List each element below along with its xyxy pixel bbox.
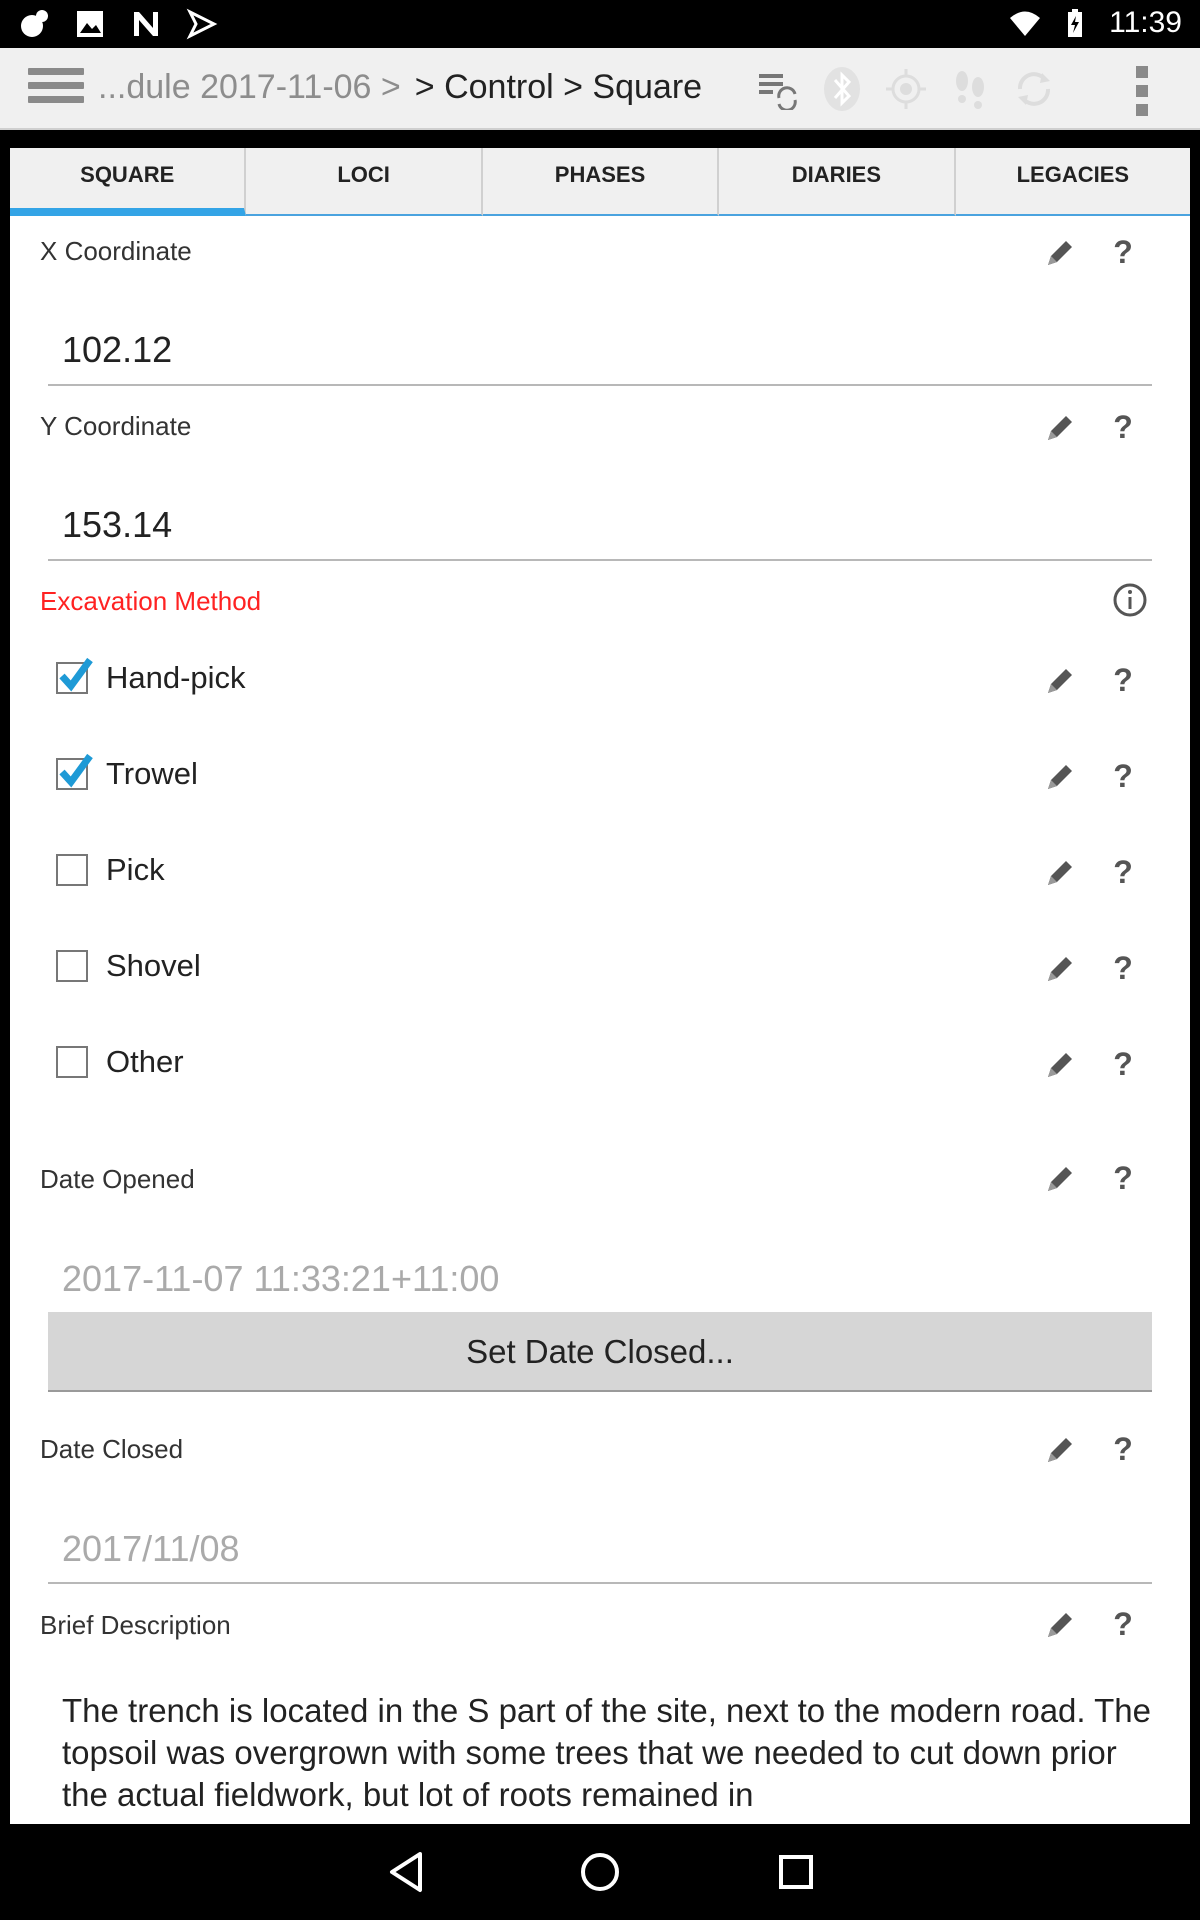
help-icon[interactable]: ? — [1112, 234, 1134, 271]
checkbox[interactable] — [56, 854, 88, 886]
action-bar: ...dule 2017-11-06 > > Control > Square — [0, 48, 1200, 130]
checkbox[interactable] — [56, 950, 88, 982]
pencil-icon[interactable] — [1044, 237, 1076, 269]
help-icon[interactable]: ? — [1112, 1160, 1134, 1197]
checkbox-label: Trowel — [106, 756, 198, 791]
pencil-icon[interactable] — [1044, 1049, 1076, 1081]
help-icon[interactable]: ? — [1112, 409, 1134, 446]
checkbox-label: Pick — [106, 852, 165, 887]
checkbox[interactable] — [56, 657, 93, 694]
breadcrumb-current: > Control > Square — [414, 68, 703, 106]
checkbox-label: Shovel — [106, 948, 201, 983]
pencil-icon[interactable] — [1044, 761, 1076, 793]
pencil-icon[interactable] — [1044, 665, 1076, 697]
footsteps-icon[interactable] — [947, 66, 993, 112]
download-icon — [186, 8, 218, 40]
checkbox-label: Hand-pick — [106, 660, 246, 695]
image-icon — [77, 11, 103, 37]
tab-legacies[interactable]: LEGACIES — [955, 148, 1191, 216]
date-opened-label: Date Opened — [40, 1164, 195, 1194]
checkbox[interactable] — [56, 753, 93, 790]
overflow-menu-icon[interactable] — [1136, 66, 1148, 116]
breadcrumb: ...dule 2017-11-06 > > Control > Square — [98, 68, 702, 107]
checkbox-hand-pick[interactable]: Hand-pick — [56, 657, 246, 696]
pencil-icon[interactable] — [1044, 1609, 1076, 1641]
menu-icon[interactable] — [28, 68, 84, 110]
x-coordinate-label: X Coordinate — [40, 236, 192, 266]
help-icon[interactable]: ? — [1112, 662, 1134, 699]
excavation-method-label: Excavation Method — [40, 586, 262, 616]
brief-description-label: Brief Description — [40, 1610, 231, 1640]
pencil-icon[interactable] — [1044, 412, 1076, 444]
pencil-icon[interactable] — [1044, 1163, 1076, 1195]
sync-list-icon[interactable] — [755, 66, 801, 112]
notification-icon — [21, 10, 48, 37]
x-coordinate-field[interactable]: 102.12 — [48, 314, 1152, 386]
checkbox-other[interactable]: Other — [56, 1044, 184, 1080]
tab-square[interactable]: SQUARE — [10, 148, 247, 216]
tab-loci[interactable]: LOCI — [246, 148, 483, 216]
bluetooth-icon[interactable] — [819, 66, 865, 112]
tab-diaries[interactable]: DIARIES — [719, 148, 956, 216]
back-icon[interactable] — [384, 1848, 428, 1896]
home-icon[interactable] — [578, 1848, 622, 1896]
help-icon[interactable]: ? — [1112, 950, 1134, 987]
checkbox-shovel[interactable]: Shovel — [56, 948, 201, 984]
help-icon[interactable]: ? — [1112, 758, 1134, 795]
navigation-bar — [0, 1824, 1200, 1920]
pencil-icon[interactable] — [1044, 953, 1076, 985]
clock: 11:39 — [1109, 6, 1182, 39]
set-date-closed-button[interactable]: Set Date Closed... — [48, 1312, 1152, 1392]
pencil-icon[interactable] — [1044, 1434, 1076, 1466]
date-closed-field[interactable]: 2017/11/08 — [48, 1514, 1152, 1584]
tab-phases[interactable]: PHASES — [482, 148, 720, 216]
help-icon[interactable]: ? — [1112, 854, 1134, 891]
info-icon[interactable] — [1112, 582, 1148, 618]
brief-description-field[interactable]: The trench is located in the S part of t… — [62, 1690, 1152, 1816]
wifi-icon — [1010, 11, 1041, 36]
checkbox-label: Other — [106, 1044, 184, 1079]
breadcrumb-module[interactable]: ...dule 2017-11-06 > — [98, 68, 401, 106]
form-content[interactable]: X Coordinate ? 102.12 Y Coordinate ? 153… — [10, 216, 1190, 1824]
y-coordinate-field[interactable]: 153.14 — [48, 489, 1152, 561]
battery-icon — [1068, 9, 1083, 37]
pencil-icon[interactable] — [1044, 857, 1076, 889]
gps-icon[interactable] — [883, 66, 929, 112]
help-icon[interactable]: ? — [1112, 1431, 1134, 1468]
help-icon[interactable]: ? — [1112, 1606, 1134, 1643]
checkbox[interactable] — [56, 1046, 88, 1078]
date-opened-field[interactable]: 2017-11-07 11:33:21+11:00 — [48, 1244, 1152, 1314]
checkbox-trowel[interactable]: Trowel — [56, 753, 198, 792]
refresh-icon[interactable] — [1011, 66, 1057, 112]
tab-bar: SQUARE LOCI PHASES DIARIES LEGACIES — [10, 148, 1191, 216]
checkbox-pick[interactable]: Pick — [56, 852, 165, 888]
recents-icon[interactable] — [774, 1848, 818, 1896]
y-coordinate-label: Y Coordinate — [40, 411, 192, 441]
n-icon — [134, 12, 158, 36]
status-bar: 11:39 — [0, 0, 1200, 48]
help-icon[interactable]: ? — [1112, 1046, 1134, 1083]
date-closed-label: Date Closed — [40, 1434, 184, 1464]
